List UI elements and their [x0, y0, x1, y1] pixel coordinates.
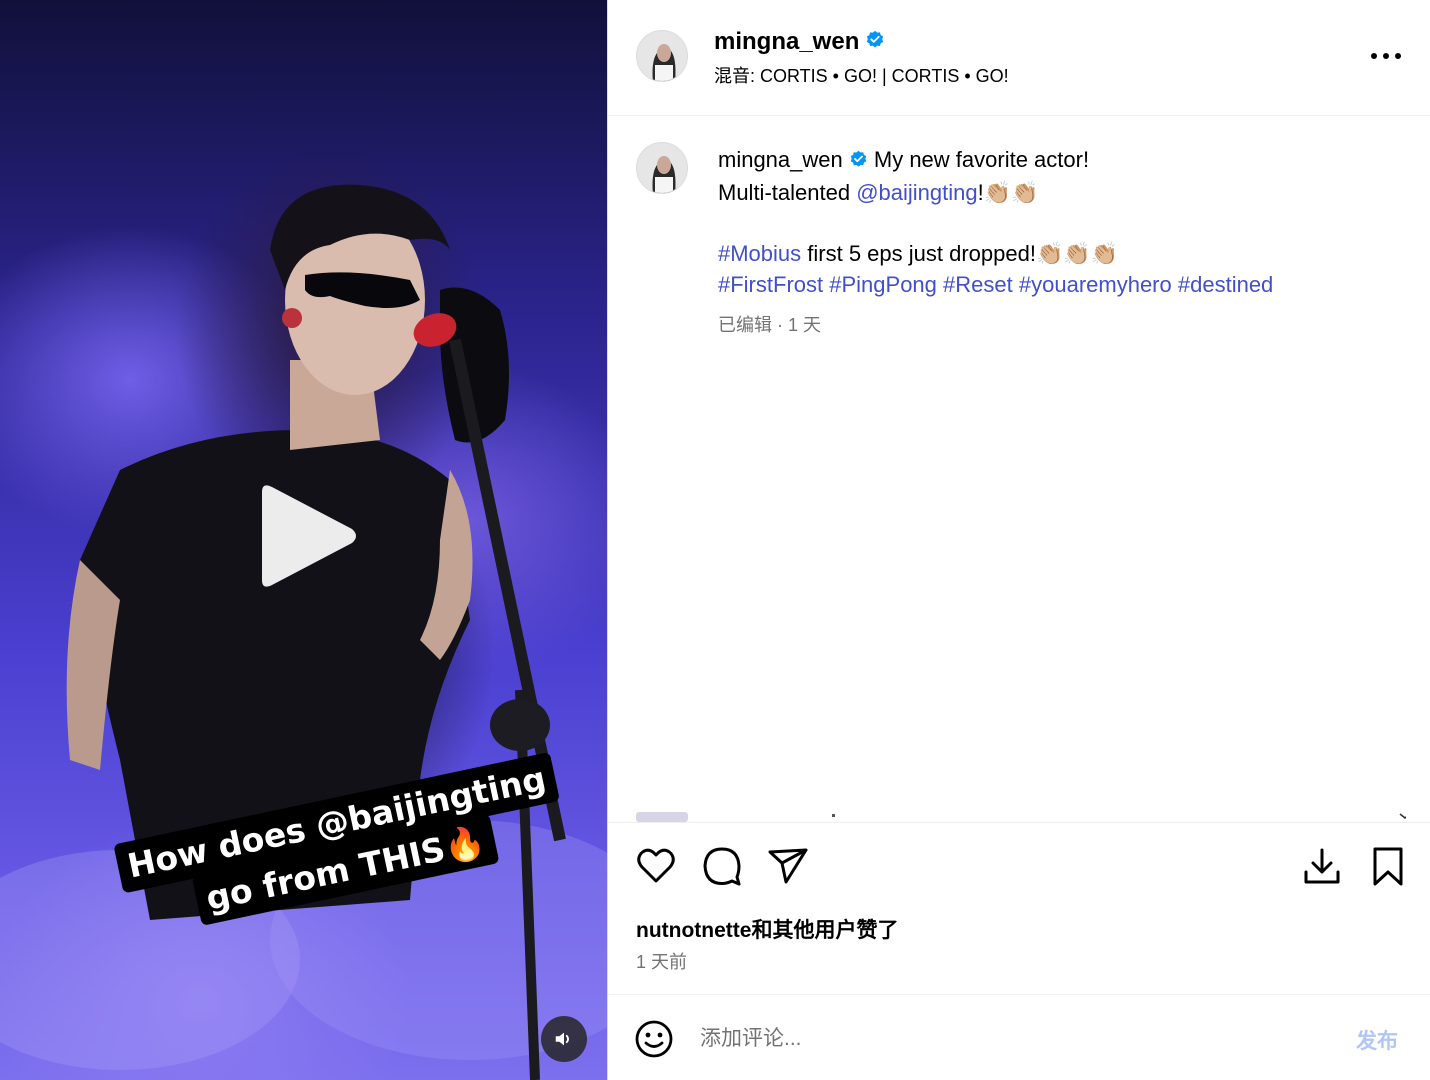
caption-line-2-suffix: !👏🏼👏🏼 — [977, 179, 1039, 205]
verified-badge-icon — [865, 29, 885, 57]
avatar[interactable] — [636, 30, 688, 82]
send-icon[interactable] — [766, 844, 810, 888]
download-icon[interactable] — [1300, 844, 1344, 888]
speaker-icon[interactable] — [541, 1016, 587, 1062]
post-comment-button[interactable]: 发布 — [1356, 1025, 1398, 1055]
hashtag-link[interactable]: #FirstFrost — [718, 272, 823, 297]
audio-track-label[interactable]: 混音: CORTIS • GO! | CORTIS • GO! — [714, 62, 1009, 88]
caption-line-2-prefix: Multi-talented — [718, 179, 857, 205]
hashtag-link[interactable]: #destined — [1178, 272, 1273, 297]
likes-summary[interactable]: nutnotnette和其他用户赞了 — [636, 914, 898, 944]
divider — [608, 822, 1430, 823]
author-username[interactable]: mingna_wen — [714, 28, 859, 55]
caption-line-3: first 5 eps just dropped!👏🏼👏🏼👏🏼 — [801, 240, 1119, 266]
bookmark-icon[interactable] — [1366, 844, 1410, 888]
smiley-icon[interactable] — [634, 1019, 674, 1059]
mention-link[interactable]: @baijingting — [856, 180, 977, 205]
comment-icon[interactable] — [700, 844, 744, 888]
verified-badge-icon — [849, 146, 868, 177]
caption-line-1: My new favorite actor! — [873, 147, 1090, 172]
hashtag-link[interactable]: #youaremyhero — [1019, 272, 1172, 297]
action-bar — [608, 840, 1430, 896]
comment-composer: 发布 — [608, 994, 1430, 1080]
hashtag-link[interactable]: #Mobius — [718, 241, 801, 266]
caption-text: mingna_wen My new favorite actor! Multi-… — [718, 144, 1398, 341]
post-sidebar: mingna_wen 混音: CORTIS • GO! | CORTIS • G… — [607, 0, 1430, 1080]
post-dialog: How does @baijingting go from THIS🔥 ming… — [0, 0, 1430, 1080]
post-timestamp: 1 天前 — [636, 952, 688, 972]
caption-username[interactable]: mingna_wen — [718, 147, 843, 172]
hashtag-link[interactable]: #Reset — [943, 272, 1013, 297]
caption-meta: 已编辑 · 1 天 — [718, 314, 822, 335]
video-player[interactable]: How does @baijingting go from THIS🔥 — [0, 0, 607, 1080]
next-comment-peek — [636, 808, 1406, 822]
comment-input[interactable] — [700, 1019, 1320, 1059]
hashtag-link[interactable]: #PingPong — [829, 272, 937, 297]
play-icon[interactable] — [256, 482, 360, 590]
post-header: mingna_wen 混音: CORTIS • GO! | CORTIS • G… — [608, 0, 1430, 116]
more-options-icon[interactable] — [1364, 40, 1408, 72]
heart-icon[interactable] — [634, 844, 678, 888]
caption-avatar[interactable] — [636, 142, 688, 194]
